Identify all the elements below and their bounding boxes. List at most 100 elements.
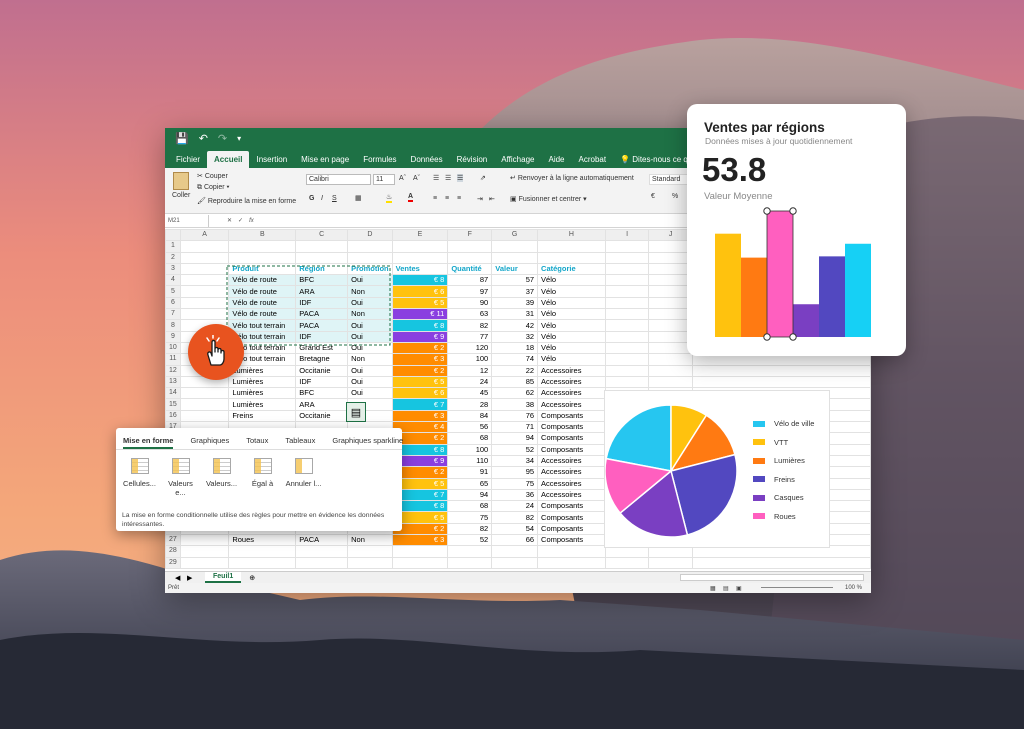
bar-4[interactable] bbox=[793, 304, 819, 337]
cell[interactable] bbox=[447, 545, 493, 558]
qa-tab-graphiques[interactable]: Graphiques bbox=[190, 436, 229, 449]
cell[interactable]: Accessoires bbox=[537, 398, 606, 411]
select-all-corner[interactable] bbox=[165, 228, 181, 242]
cell[interactable]: Vélo bbox=[537, 274, 606, 287]
tab-fichier[interactable]: Fichier bbox=[169, 151, 207, 168]
column-header-c[interactable]: C bbox=[295, 228, 349, 242]
row-header[interactable]: 4 bbox=[165, 274, 181, 287]
cell[interactable]: PACA bbox=[295, 308, 349, 321]
cell[interactable]: 45 bbox=[447, 387, 493, 400]
cell[interactable]: 34 bbox=[491, 454, 539, 468]
cell[interactable] bbox=[604, 364, 650, 377]
cell[interactable]: 77 bbox=[447, 330, 493, 343]
cell[interactable]: Oui bbox=[347, 319, 393, 332]
cell[interactable] bbox=[604, 353, 650, 366]
tab-donnees[interactable]: Données bbox=[404, 151, 450, 168]
row-header[interactable]: 14 bbox=[165, 387, 181, 400]
customize-toolbar-icon[interactable]: ▾ bbox=[237, 134, 241, 143]
page-break-icon[interactable]: ▣ bbox=[736, 585, 742, 592]
page-layout-icon[interactable]: ▤ bbox=[723, 585, 729, 592]
tab-revision[interactable]: Révision bbox=[450, 151, 495, 168]
row-header[interactable]: 1 bbox=[165, 240, 181, 253]
cell[interactable]: 22 bbox=[491, 364, 539, 377]
bar-chart[interactable] bbox=[687, 104, 906, 356]
cell[interactable]: 56 bbox=[447, 421, 493, 434]
cell[interactable]: Composants bbox=[537, 432, 606, 445]
cell[interactable]: € 8 bbox=[391, 274, 449, 287]
cell[interactable]: IDF bbox=[295, 296, 349, 310]
cell[interactable]: Grand Est bbox=[295, 341, 349, 355]
cell[interactable]: Accessoires bbox=[537, 466, 606, 479]
qa-option-clear[interactable]: Annuler l... bbox=[285, 458, 322, 497]
cell[interactable] bbox=[648, 308, 693, 321]
pie-chart[interactable]: Vélo de ville VTT Lumières Freins Casques Rou… bbox=[604, 390, 830, 548]
cell[interactable]: 31 bbox=[491, 308, 539, 321]
qa-option-icon-set[interactable]: Valeurs... bbox=[203, 458, 240, 497]
cell[interactable]: Accessoires bbox=[537, 375, 606, 389]
cell[interactable] bbox=[648, 556, 693, 569]
qa-tab-sparklines[interactable]: Graphiques sparkline bbox=[332, 436, 403, 449]
row-header[interactable]: 12 bbox=[165, 364, 181, 377]
outdent-icon[interactable]: ⇤ bbox=[489, 195, 495, 203]
cell[interactable] bbox=[391, 545, 449, 558]
cell[interactable]: 57 bbox=[491, 274, 539, 287]
add-sheet-icon[interactable]: ⊕ bbox=[249, 574, 255, 582]
resize-handle[interactable] bbox=[763, 333, 771, 341]
redo-icon[interactable]: ↷ bbox=[218, 132, 227, 145]
header-cell[interactable]: Promotion bbox=[347, 262, 393, 276]
cell[interactable]: 94 bbox=[447, 488, 493, 502]
cell[interactable] bbox=[604, 556, 650, 569]
cell[interactable] bbox=[295, 545, 349, 558]
cell[interactable] bbox=[648, 285, 693, 298]
cell[interactable]: IDF bbox=[295, 330, 349, 343]
resize-handle[interactable] bbox=[789, 333, 797, 341]
function-icon[interactable]: fx bbox=[249, 218, 254, 224]
cell[interactable]: € 3 bbox=[391, 534, 449, 547]
cell[interactable]: € 7 bbox=[391, 398, 449, 411]
cell[interactable] bbox=[537, 240, 606, 253]
cell[interactable]: Non bbox=[347, 285, 393, 298]
cell[interactable]: 52 bbox=[447, 534, 493, 547]
cell[interactable] bbox=[691, 556, 871, 569]
cell[interactable] bbox=[179, 240, 230, 253]
column-header-h[interactable]: H bbox=[537, 228, 606, 242]
cell[interactable]: Vélo bbox=[537, 296, 606, 310]
cell[interactable] bbox=[604, 375, 650, 389]
cell[interactable]: Accessoires bbox=[537, 387, 606, 400]
row-header[interactable]: 11 bbox=[165, 353, 181, 366]
cell[interactable] bbox=[179, 296, 230, 310]
cell[interactable]: Vélo de route bbox=[228, 274, 297, 287]
cell[interactable] bbox=[391, 240, 449, 253]
bar-5[interactable] bbox=[819, 256, 845, 337]
cell[interactable]: 38 bbox=[491, 398, 539, 411]
fill-color-icon[interactable]: ♨ bbox=[386, 193, 393, 203]
enter-icon[interactable]: ✓ bbox=[238, 217, 243, 224]
cell[interactable]: Accessoires bbox=[537, 477, 606, 490]
cell[interactable] bbox=[604, 330, 650, 343]
cell[interactable] bbox=[179, 387, 230, 400]
cell[interactable]: Vélo de route bbox=[228, 296, 297, 310]
save-icon[interactable]: 💾 bbox=[175, 132, 189, 145]
cell[interactable] bbox=[604, 251, 650, 264]
cell[interactable] bbox=[691, 375, 871, 389]
row-header[interactable]: 2 bbox=[165, 251, 181, 264]
legend-item[interactable]: Freins bbox=[753, 475, 795, 484]
cell[interactable] bbox=[604, 274, 650, 287]
cell[interactable]: 68 bbox=[447, 500, 493, 513]
tab-mise-en-page[interactable]: Mise en page bbox=[294, 151, 356, 168]
tab-formules[interactable]: Formules bbox=[356, 151, 403, 168]
cell[interactable] bbox=[648, 330, 693, 343]
cell[interactable]: Non bbox=[347, 534, 393, 547]
cell[interactable]: Non bbox=[347, 353, 393, 366]
cell[interactable]: Composants bbox=[537, 511, 606, 524]
cell[interactable]: Composants bbox=[537, 522, 606, 536]
cell[interactable] bbox=[228, 251, 297, 264]
cell[interactable] bbox=[179, 251, 230, 264]
cell[interactable]: 82 bbox=[447, 319, 493, 332]
cell[interactable]: € 9 bbox=[391, 330, 449, 343]
cell[interactable] bbox=[295, 240, 349, 253]
copy-button[interactable]: ⧉ Copier ▾ bbox=[197, 184, 229, 192]
italic-button[interactable]: I bbox=[321, 195, 323, 202]
cell[interactable] bbox=[391, 556, 449, 569]
cell[interactable]: Vélo bbox=[537, 319, 606, 332]
